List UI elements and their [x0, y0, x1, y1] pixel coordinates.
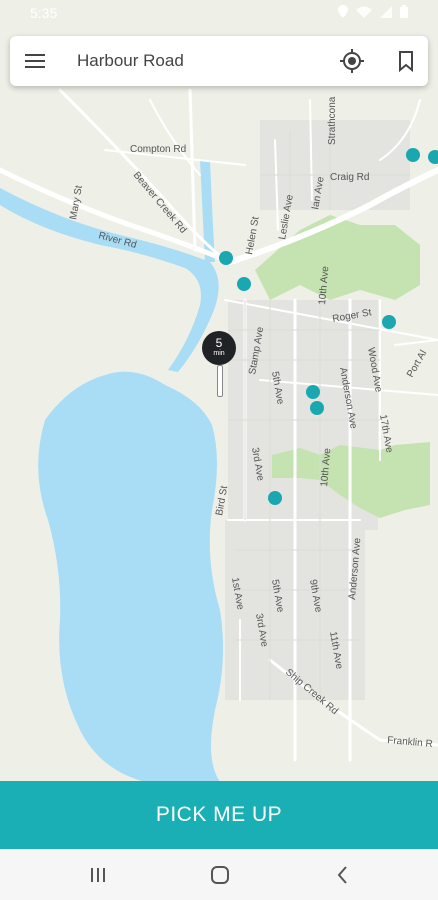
location-text[interactable]: Harbour Road	[77, 51, 184, 71]
pin-eta-unit: min	[213, 350, 225, 357]
signal-status-icon	[380, 5, 392, 18]
battery-status-icon	[400, 5, 408, 18]
gps-locate-icon[interactable]	[340, 49, 364, 73]
street-label-craig: Craig Rd	[330, 172, 369, 183]
pin-stem	[217, 365, 223, 397]
street-label-strathcona: Strathcona	[327, 96, 338, 145]
vehicle-marker[interactable]	[306, 385, 320, 399]
vehicle-marker[interactable]	[382, 315, 396, 329]
back-icon[interactable]	[331, 863, 355, 887]
recent-apps-icon[interactable]	[86, 863, 110, 887]
status-time: 5:35	[30, 5, 58, 21]
location-status-icon	[338, 5, 348, 18]
location-search-bar[interactable]: Harbour Road	[10, 36, 428, 86]
street-label-compton: Compton Rd	[130, 144, 186, 155]
bookmark-icon[interactable]	[394, 49, 418, 73]
vehicle-marker[interactable]	[310, 401, 324, 415]
pin-eta-minutes: 5	[215, 336, 223, 350]
android-navigation-bar	[0, 849, 438, 900]
vehicle-marker[interactable]	[268, 491, 282, 505]
vehicle-marker[interactable]	[219, 251, 233, 265]
status-bar: 5:35	[0, 0, 438, 28]
pin-eta-bubble: 5 min	[202, 331, 236, 365]
pick-me-up-button[interactable]: PICK ME UP	[0, 781, 438, 849]
status-icons	[338, 5, 408, 18]
vehicle-marker[interactable]	[406, 148, 420, 162]
home-icon[interactable]	[208, 863, 232, 887]
wifi-status-icon	[356, 6, 372, 18]
menu-icon[interactable]	[24, 50, 46, 72]
pickup-location-pin[interactable]: 5 min	[202, 331, 236, 401]
vehicle-marker[interactable]	[237, 277, 251, 291]
